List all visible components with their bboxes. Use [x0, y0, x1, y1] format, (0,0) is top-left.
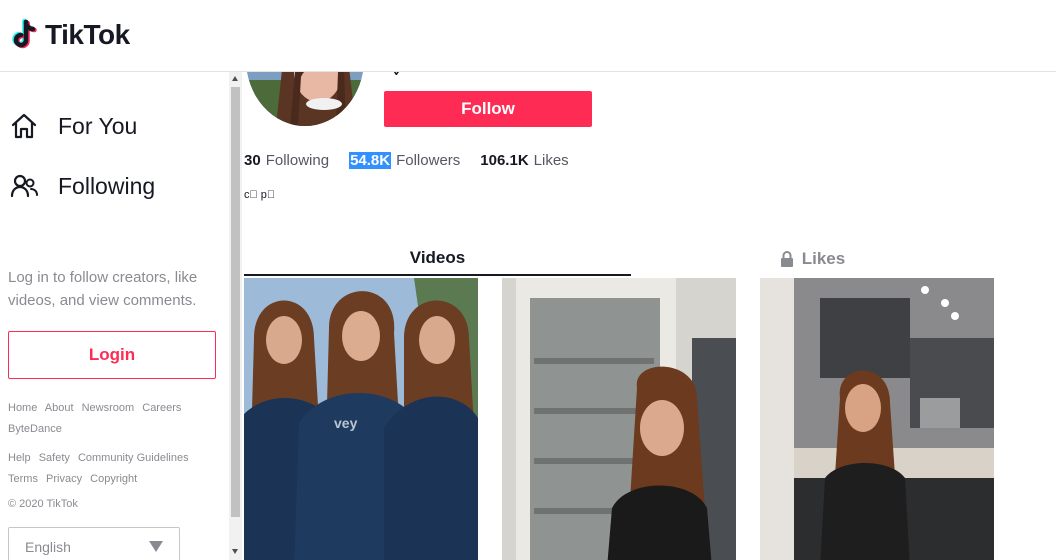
footer-link-newsroom[interactable]: Newsroom	[82, 402, 135, 414]
logo-text: TikTok	[45, 19, 130, 50]
login-button[interactable]: Login	[8, 331, 216, 379]
caret-down-icon	[149, 541, 163, 552]
profile-main: Follow 30 Following 54.8K Followers 106.…	[242, 72, 1056, 560]
profile-tabs: Videos Likes	[244, 242, 994, 276]
footer-link-help[interactable]: Help	[8, 452, 31, 464]
home-icon	[8, 110, 40, 142]
language-select[interactable]: English	[8, 527, 180, 560]
people-icon	[8, 170, 40, 202]
tab-videos[interactable]: Videos	[244, 242, 631, 276]
footer-link-careers[interactable]: Careers	[142, 402, 181, 414]
follow-button[interactable]: Follow	[384, 91, 592, 127]
stat-following[interactable]: 30 Following	[244, 152, 329, 169]
nav-for-you[interactable]: For You	[8, 110, 137, 142]
sidebar: For You Following Log in to follow creat…	[0, 72, 229, 560]
video-thumbnail[interactable]: vey	[244, 278, 478, 560]
nav-following[interactable]: Following	[8, 170, 155, 202]
login-hint-text: Log in to follow creators, like videos, …	[8, 269, 198, 309]
svg-text:vey: vey	[334, 415, 358, 431]
profile-bio: c  p 	[244, 189, 276, 201]
sidebar-scrollbar[interactable]	[229, 72, 242, 560]
stat-followers-count: 54.8K	[349, 152, 392, 169]
nav-following-label: Following	[58, 172, 156, 199]
profile-stats: 30 Following 54.8K Followers 106.1K Like…	[244, 152, 589, 169]
lock-icon	[780, 251, 794, 267]
stat-likes-label: Likes	[533, 152, 569, 169]
footer-link-privacy[interactable]: Privacy	[46, 473, 82, 485]
tiktok-logo[interactable]: TikTok	[12, 18, 130, 52]
footer-link-community-guidelines[interactable]: Community Guidelines	[78, 452, 189, 464]
tab-videos-label: Videos	[409, 248, 466, 267]
stat-likes-count: 106.1K	[480, 152, 529, 169]
footer-link-safety[interactable]: Safety	[39, 452, 70, 464]
scroll-down-arrow-icon[interactable]	[232, 549, 238, 554]
footer-link-home[interactable]: Home	[8, 402, 37, 414]
scrollbar-thumb[interactable]	[231, 87, 240, 517]
video-thumbnail[interactable]	[502, 278, 736, 560]
tab-likes[interactable]: Likes	[631, 242, 994, 276]
language-select-value: English	[25, 539, 71, 555]
footer-link-copyright[interactable]: Copyright	[90, 473, 137, 485]
top-header: TikTok	[0, 0, 1056, 72]
copyright-text: © 2020 TikTok	[8, 498, 78, 510]
scroll-up-arrow-icon[interactable]	[232, 76, 238, 81]
footer-link-bytedance[interactable]: ByteDance	[8, 423, 62, 435]
avatar	[246, 72, 364, 126]
stat-followers-label: Followers	[396, 152, 461, 169]
nav-for-you-label: For You	[58, 112, 138, 139]
video-thumbnail[interactable]	[760, 278, 994, 560]
footer-link-about[interactable]: About	[45, 402, 74, 414]
footer-links-secondary: Help Safety Community Guidelines Terms P…	[8, 448, 223, 490]
tiktok-note-icon	[12, 18, 42, 52]
footer-links-primary: Home About Newsroom Careers ByteDance	[8, 398, 223, 440]
stat-following-count: 30	[244, 152, 261, 169]
stat-followers[interactable]: 54.8K Followers	[349, 152, 460, 169]
tab-likes-label: Likes	[801, 249, 846, 268]
stat-likes: 106.1K Likes	[480, 152, 568, 169]
footer-link-terms[interactable]: Terms	[8, 473, 38, 485]
stat-following-label: Following	[265, 152, 330, 169]
